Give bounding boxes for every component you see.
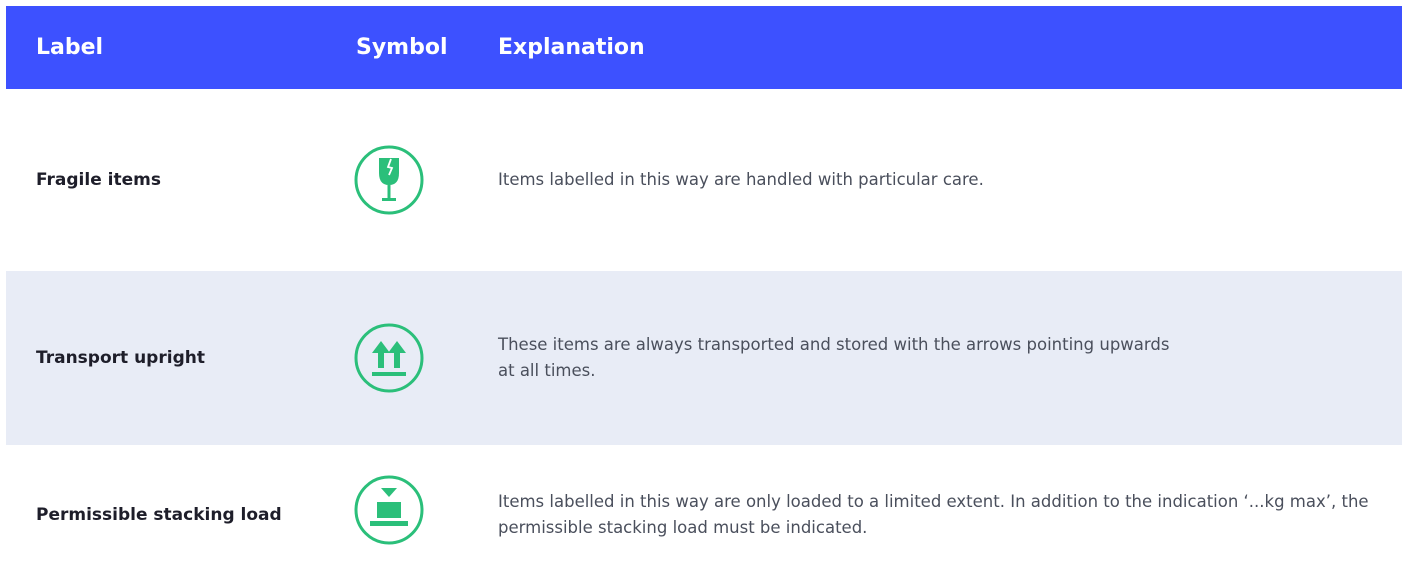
table-row: Fragile items Items labelled in this way… <box>6 89 1402 271</box>
arrows-up-icon <box>354 323 424 393</box>
fragile-glass-icon <box>354 145 424 215</box>
table-row: Transport upright These items are always… <box>6 271 1402 445</box>
row-label: Fragile items <box>36 170 161 190</box>
header-symbol: Symbol <box>356 35 448 60</box>
row-label: Transport upright <box>36 348 205 368</box>
table-row: Permissible stacking load Items labelled… <box>6 445 1402 562</box>
symbols-table: Label Symbol Explanation Fragile items I… <box>6 6 1402 562</box>
row-explanation: Items labelled in this way are only load… <box>498 492 1369 537</box>
table-header: Label Symbol Explanation <box>6 6 1402 89</box>
row-label: Permissible stacking load <box>36 505 282 525</box>
header-label: Label <box>36 35 104 60</box>
stacking-load-icon <box>354 475 424 545</box>
header-explanation: Explanation <box>498 35 645 60</box>
row-explanation: Items labelled in this way are handled w… <box>498 170 984 189</box>
row-explanation: These items are always transported and s… <box>498 335 1170 380</box>
